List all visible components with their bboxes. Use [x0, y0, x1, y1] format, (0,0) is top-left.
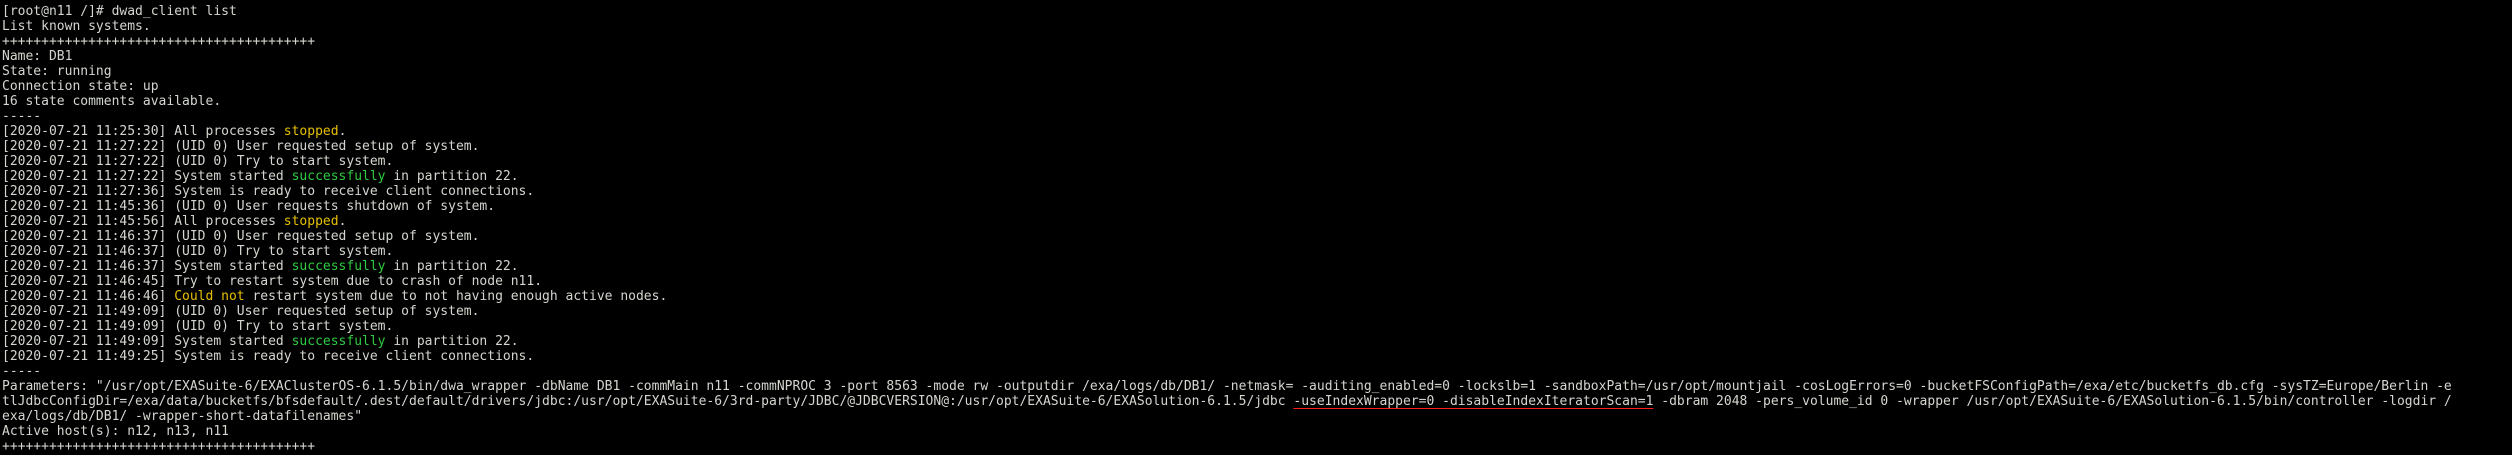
- log-message: (UID 0) Try to start system.: [174, 319, 394, 334]
- log-message-tail: .: [338, 214, 347, 229]
- log-message: (UID 0) User requested setup of system.: [174, 229, 480, 244]
- dash-divider-2: -----: [2, 364, 42, 379]
- command-text: dwad_client list: [111, 4, 237, 19]
- log-timestamp: [2020-07-21 11:27:22]: [2, 169, 175, 184]
- log-entry: [2020-07-21 11:49:09] System started suc…: [2, 334, 2510, 349]
- log-timestamp: [2020-07-21 11:45:36]: [2, 199, 175, 214]
- separator-line-2: ++++++++++++++++++++++++++++++++++++++++: [2, 439, 316, 454]
- log-timestamp: [2020-07-21 11:46:37]: [2, 229, 175, 244]
- connection-state: Connection state: up: [2, 79, 159, 94]
- log-timestamp: [2020-07-21 11:25:30]: [2, 124, 175, 139]
- log-status-word: Could not: [174, 289, 245, 304]
- system-name: Name: DB1: [2, 49, 73, 64]
- log-status-word: stopped: [283, 214, 339, 229]
- log-message: System is ready to receive client connec…: [174, 349, 535, 364]
- log-timestamp: [2020-07-21 11:49:25]: [2, 349, 175, 364]
- log-timestamp: [2020-07-21 11:46:37]: [2, 259, 175, 274]
- log-message-tail: in partition 22.: [385, 334, 519, 349]
- log-entries: [2020-07-21 11:25:30] All processes stop…: [2, 124, 2510, 364]
- parameters-segment-tail: -dbram 2048 -pers_volume_id 0 -wrapper /…: [1653, 394, 2452, 409]
- log-entry: [2020-07-21 11:49:25] System is ready to…: [2, 349, 2510, 364]
- log-entry: [2020-07-21 11:27:22] (UID 0) User reque…: [2, 139, 2510, 154]
- log-entry: [2020-07-21 11:46:46] Could not restart …: [2, 289, 2510, 304]
- log-timestamp: [2020-07-21 11:46:37]: [2, 244, 175, 259]
- log-message-tail: in partition 22.: [385, 259, 519, 274]
- comments-count: 16 state comments available.: [2, 94, 222, 109]
- separator-line: ++++++++++++++++++++++++++++++++++++++++: [2, 34, 316, 49]
- log-status-word: successfully: [291, 259, 386, 274]
- log-timestamp: [2020-07-21 11:45:56]: [2, 214, 175, 229]
- log-timestamp: [2020-07-21 11:46:45]: [2, 274, 175, 289]
- log-message: System is ready to receive client connec…: [174, 184, 535, 199]
- log-timestamp: [2020-07-21 11:49:09]: [2, 319, 175, 334]
- log-entry: [2020-07-21 11:27:36] System is ready to…: [2, 184, 2510, 199]
- log-entry: [2020-07-21 11:46:45] Try to restart sys…: [2, 274, 2510, 289]
- active-hosts: Active host(s): n12, n13, n11: [2, 424, 229, 439]
- log-timestamp: [2020-07-21 11:27:36]: [2, 184, 175, 199]
- log-message: System started: [174, 334, 292, 349]
- dash-divider: -----: [2, 109, 42, 124]
- log-status-word: successfully: [291, 169, 386, 184]
- log-message: (UID 0) User requested setup of system.: [174, 304, 480, 319]
- log-entry: [2020-07-21 11:45:56] All processes stop…: [2, 214, 2510, 229]
- log-status-word: successfully: [291, 334, 386, 349]
- log-message: (UID 0) Try to start system.: [174, 154, 394, 169]
- log-entry: [2020-07-21 11:46:37] (UID 0) Try to sta…: [2, 244, 2510, 259]
- log-message: All processes: [174, 124, 284, 139]
- parameters-segment: tlJdbcConfigDir=/exa/data/bucketfs/bfsde…: [2, 394, 1294, 409]
- parameters-line-3: exa/logs/db/DB1/ -wrapper-short-datafile…: [2, 409, 363, 424]
- log-entry: [2020-07-21 11:46:37] System started suc…: [2, 259, 2510, 274]
- log-timestamp: [2020-07-21 11:49:09]: [2, 304, 175, 319]
- log-message: System started: [174, 169, 292, 184]
- log-entry: [2020-07-21 11:46:37] (UID 0) User reque…: [2, 229, 2510, 244]
- terminal-window[interactable]: [root@n11 /]# dwad_client list List know…: [0, 0, 2512, 455]
- system-state: State: running: [2, 64, 112, 79]
- log-status-word: stopped: [283, 124, 339, 139]
- parameters-line-2: tlJdbcConfigDir=/exa/data/bucketfs/bfsde…: [2, 394, 2510, 409]
- log-timestamp: [2020-07-21 11:49:09]: [2, 334, 175, 349]
- log-message: (UID 0) User requested setup of system.: [174, 139, 480, 154]
- output-header: List known systems.: [2, 19, 151, 34]
- log-entry: [2020-07-21 11:27:22] (UID 0) Try to sta…: [2, 154, 2510, 169]
- log-message: Try to restart system due to crash of no…: [174, 274, 543, 289]
- log-timestamp: [2020-07-21 11:27:22]: [2, 139, 175, 154]
- log-timestamp: [2020-07-21 11:27:22]: [2, 154, 175, 169]
- command-line: [root@n11 /]# dwad_client list: [2, 4, 2510, 19]
- log-entry: [2020-07-21 11:45:36] (UID 0) User reque…: [2, 199, 2510, 214]
- log-message-tail: in partition 22.: [385, 169, 519, 184]
- log-message: System started: [174, 259, 292, 274]
- log-timestamp: [2020-07-21 11:46:46]: [2, 289, 175, 304]
- log-message-tail: restart system due to not having enough …: [244, 289, 668, 304]
- log-message: (UID 0) User requests shutdown of system…: [174, 199, 496, 214]
- parameters-line-1: Parameters: "/usr/opt/EXASuite-6/EXAClus…: [2, 379, 2452, 394]
- log-entry: [2020-07-21 11:49:09] (UID 0) User reque…: [2, 304, 2510, 319]
- log-message: All processes: [174, 214, 284, 229]
- log-message: (UID 0) Try to start system.: [174, 244, 394, 259]
- log-entry: [2020-07-21 11:25:30] All processes stop…: [2, 124, 2510, 139]
- highlighted-parameters: -useIndexWrapper=0 -disableIndexIterator…: [1293, 394, 1654, 409]
- log-entry: [2020-07-21 11:49:09] (UID 0) Try to sta…: [2, 319, 2510, 334]
- log-message-tail: .: [338, 124, 347, 139]
- log-entry: [2020-07-21 11:27:22] System started suc…: [2, 169, 2510, 184]
- shell-prompt: [root@n11 /]#: [2, 4, 112, 19]
